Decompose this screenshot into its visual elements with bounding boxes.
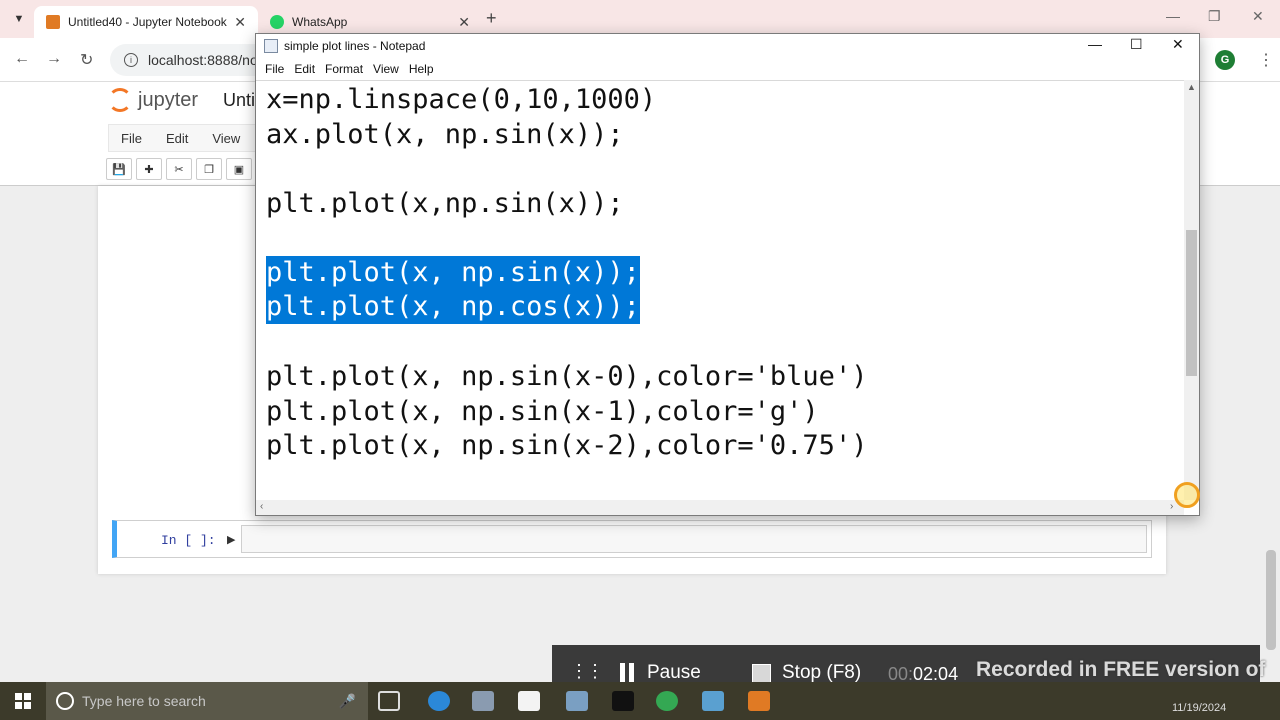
scroll-left-icon[interactable]: ‹: [260, 501, 263, 512]
tab-close-icon[interactable]: ✕: [234, 14, 246, 31]
paste-icon[interactable]: ▣: [226, 158, 252, 180]
notepad-text-area[interactable]: x=np.linspace(0,10,1000) ax.plot(x, np.s…: [256, 80, 1184, 500]
close-window-icon[interactable]: ✕: [1252, 8, 1264, 25]
menu-edit[interactable]: Edit: [154, 131, 200, 146]
browser-menu-icon[interactable]: ⋮: [1258, 50, 1274, 70]
tab-jupyter[interactable]: Untitled40 - Jupyter Notebook ✕: [34, 6, 258, 38]
selected-code-line: plt.plot(x, np.sin(x));: [266, 256, 640, 290]
notebook-title[interactable]: Unti: [223, 90, 255, 111]
np-menu-format[interactable]: Format: [320, 62, 368, 76]
jupyter-logo-icon: [108, 88, 132, 112]
profile-avatar[interactable]: G: [1215, 50, 1235, 70]
explorer-icon[interactable]: [566, 691, 588, 711]
windows-logo-icon: [15, 693, 31, 709]
cell-prompt: In [ ]:: [161, 533, 216, 548]
taskbar-search[interactable]: Type here to search 🎤: [46, 682, 368, 720]
start-button[interactable]: [0, 682, 46, 720]
code-line: plt.plot(x, np.sin(x-2),color='0.75'): [266, 430, 868, 461]
notepad-taskbar-icon[interactable]: [702, 691, 724, 711]
copy-icon[interactable]: ❐: [196, 158, 222, 180]
tab-title: Untitled40 - Jupyter Notebook: [68, 15, 227, 29]
jupyter-logo[interactable]: jupyter: [108, 88, 198, 112]
drag-handle-icon[interactable]: ⋮⋮: [570, 661, 604, 682]
np-menu-edit[interactable]: Edit: [289, 62, 320, 76]
url-text: localhost:8888/not: [148, 52, 262, 68]
page-scrollbar-thumb[interactable]: [1266, 550, 1276, 650]
notepad-close-icon[interactable]: ✕: [1172, 36, 1184, 53]
cut-icon[interactable]: ✂: [166, 158, 192, 180]
chrome-icon[interactable]: [656, 691, 678, 711]
code-line: plt.plot(x,np.sin(x));: [266, 188, 624, 219]
notepad-title: simple plot lines - Notepad: [284, 39, 426, 53]
new-tab-button[interactable]: +: [486, 8, 497, 29]
insert-cell-icon[interactable]: ✚: [136, 158, 162, 180]
code-cell[interactable]: In [ ]: ▶: [112, 520, 1152, 558]
stop-label: Stop: [782, 662, 822, 683]
windows-taskbar: Type here to search 🎤 11/19/2024: [0, 682, 1280, 720]
store-icon[interactable]: [518, 691, 540, 711]
tab-title: WhatsApp: [292, 15, 348, 29]
microphone-icon[interactable]: 🎤: [339, 693, 356, 710]
np-menu-view[interactable]: View: [368, 62, 404, 76]
notepad-window: simple plot lines - Notepad — ☐ ✕ File E…: [255, 33, 1200, 516]
reload-icon[interactable]: ↻: [80, 50, 93, 70]
scroll-right-icon[interactable]: ›: [1170, 501, 1173, 512]
site-info-icon[interactable]: i: [124, 53, 138, 67]
notepad-titlebar[interactable]: simple plot lines - Notepad — ☐ ✕: [256, 34, 1199, 58]
code-line: x=np.linspace(0,10,1000): [266, 84, 657, 115]
code-line: plt.plot(x, np.sin(x-1),color='g'): [266, 396, 819, 427]
search-placeholder: Type here to search: [82, 693, 206, 709]
pause-button-label[interactable]: Pause: [647, 662, 701, 684]
minimize-icon[interactable]: —: [1166, 8, 1180, 24]
notepad-menubar: File Edit Format View Help: [256, 58, 1199, 80]
pause-icon[interactable]: [620, 663, 634, 683]
scrollbar-thumb[interactable]: [1186, 230, 1197, 376]
notebook-favicon-icon: [46, 15, 60, 29]
menu-file[interactable]: File: [109, 131, 154, 146]
notepad-maximize-icon[interactable]: ☐: [1130, 36, 1143, 53]
stop-shortcut: (F8): [826, 662, 862, 683]
stop-icon[interactable]: [752, 664, 771, 683]
stop-button-label[interactable]: Stop (F8): [782, 662, 861, 684]
jupyter-toolbar: 💾 ✚ ✂ ❐ ▣: [106, 158, 252, 180]
task-view-icon[interactable]: [378, 691, 400, 711]
code-line: plt.plot(x, np.sin(x-0),color='blue'): [266, 361, 868, 392]
cortana-icon: [56, 692, 74, 710]
run-cell-icon[interactable]: ▶: [227, 533, 235, 546]
back-icon[interactable]: ←: [14, 50, 30, 68]
selected-code-line: plt.plot(x, np.cos(x));: [266, 290, 640, 324]
tab-search-button[interactable]: ▼: [6, 6, 32, 32]
save-icon[interactable]: 💾: [106, 158, 132, 180]
forward-icon[interactable]: →: [46, 50, 62, 68]
whatsapp-favicon-icon: [270, 15, 284, 29]
terminal-icon[interactable]: [612, 691, 634, 711]
tab-close-icon[interactable]: ✕: [458, 14, 470, 31]
code-line: ax.plot(x, np.sin(x));: [266, 119, 624, 150]
menu-view[interactable]: View: [200, 131, 252, 146]
notepad-minimize-icon[interactable]: —: [1088, 36, 1102, 52]
restore-icon[interactable]: ❐: [1208, 8, 1221, 25]
tray-date: 11/19/2024: [1172, 702, 1227, 714]
np-menu-help[interactable]: Help: [404, 62, 439, 76]
mouse-cursor-highlight: [1174, 482, 1200, 508]
jupyter-logo-text: jupyter: [138, 88, 199, 111]
np-menu-file[interactable]: File: [260, 62, 289, 76]
notepad-vertical-scrollbar[interactable]: ▲: [1184, 80, 1199, 500]
recorder-taskbar-icon[interactable]: [748, 691, 770, 711]
app-icon[interactable]: [472, 691, 494, 711]
recording-time: 02:04: [913, 664, 959, 684]
notepad-horizontal-scrollbar[interactable]: ‹ ›: [256, 500, 1184, 515]
notepad-icon: [264, 39, 278, 53]
cell-input[interactable]: [241, 525, 1147, 553]
scroll-up-icon[interactable]: ▲: [1187, 82, 1196, 92]
edge-icon[interactable]: [428, 691, 450, 711]
